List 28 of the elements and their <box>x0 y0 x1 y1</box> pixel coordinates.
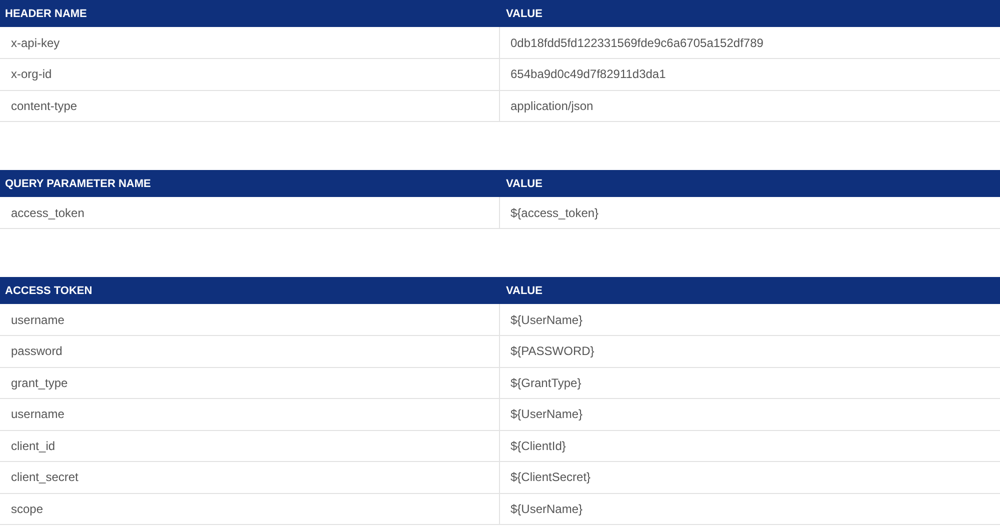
column-header: QUERY PARAMETER NAME <box>0 170 499 197</box>
column-header: HEADER NAME <box>0 0 499 27</box>
table-cell: content-type <box>0 90 499 122</box>
column-header: VALUE <box>499 0 1000 27</box>
table-cell: x-api-key <box>0 27 499 58</box>
table-cell: ${GrantType} <box>499 367 1000 398</box>
table-cell: ${ClientId} <box>499 430 1000 462</box>
table-cell: ${UserName} <box>499 493 1000 524</box>
table-cell: grant_type <box>0 367 499 398</box>
table-cell: client_secret <box>0 462 499 493</box>
table-cell: 0db18fdd5fd122331569fde9c6a6705a152df789 <box>499 27 1000 58</box>
table-cell: scope <box>0 493 499 524</box>
table-cell: ${UserName} <box>499 398 1000 430</box>
column-header: VALUE <box>499 277 1000 304</box>
table-cell: application/json <box>499 90 1000 122</box>
table-cell: ${UserName} <box>499 304 1000 336</box>
table-cell: ${ClientSecret} <box>499 462 1000 493</box>
table-cell: username <box>0 398 499 430</box>
table-cell: client_id <box>0 430 499 462</box>
table-cell: access_token <box>0 197 499 228</box>
column-header: VALUE <box>499 170 1000 197</box>
table-cell: ${PASSWORD} <box>499 336 1000 367</box>
table-cell: 654ba9d0c49d7f82911d3da1 <box>499 58 1000 90</box>
table-cell: username <box>0 304 499 336</box>
column-header: ACCESS TOKEN <box>0 277 499 304</box>
table-cell: password <box>0 336 499 367</box>
table-cell: x-org-id <box>0 58 499 90</box>
table-cell: ${access_token} <box>499 197 1000 228</box>
